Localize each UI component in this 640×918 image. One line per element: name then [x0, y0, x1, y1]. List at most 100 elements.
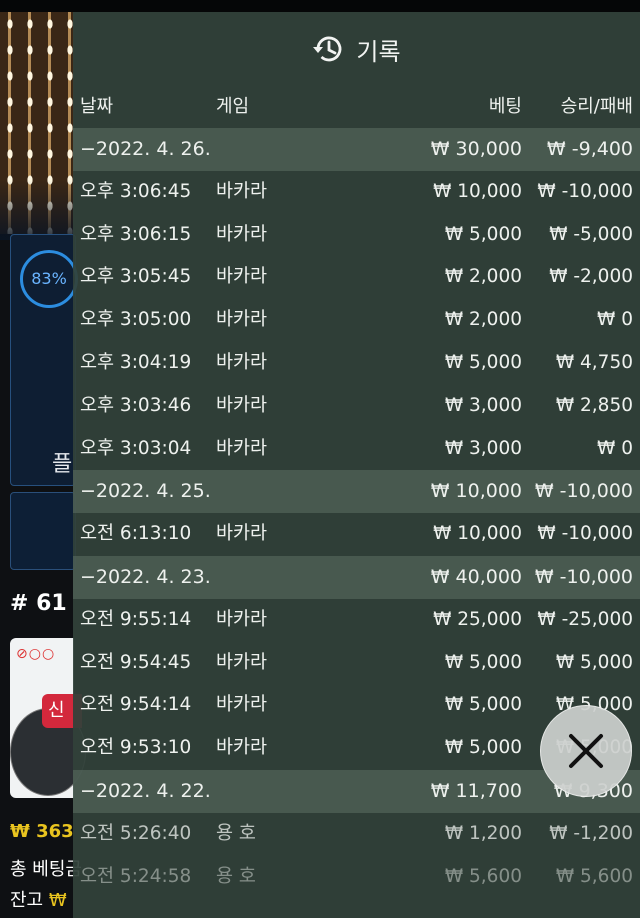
- history-row: 오후 3:06:15 바카라 ₩ 5,000 ₩ -5,000: [73, 214, 640, 257]
- progress-percent: 83%: [31, 269, 67, 288]
- row-game: 바카라: [216, 309, 268, 331]
- row-date: 오전 5:26:40: [80, 822, 192, 844]
- row-date: −2022. 4. 25.: [80, 480, 211, 503]
- history-row: 오전 5:24:58 용 호 ₩ 5,600 ₩ 5,600: [73, 856, 640, 899]
- history-clock-icon: [313, 36, 342, 62]
- row-game: 바카라: [216, 394, 268, 416]
- row-date: 오전 9:55:14: [80, 608, 192, 630]
- row-game: 바카라: [216, 180, 268, 202]
- row-game: 바카라: [216, 737, 268, 759]
- col-win: 승리/패배: [560, 96, 633, 117]
- history-row: 오후 3:04:19 바카라 ₩ 5,000 ₩ 4,750: [73, 342, 640, 385]
- row-win: ₩ -1,200: [549, 822, 633, 844]
- row-game: 용 호: [216, 822, 256, 844]
- row-win: ₩ -2,000: [549, 266, 633, 288]
- row-date: 오후 3:03:46: [80, 394, 192, 416]
- history-row: 오후 3:05:45 바카라 ₩ 2,000 ₩ -2,000: [73, 256, 640, 299]
- row-date: 오후 3:06:45: [80, 180, 192, 202]
- row-win: ₩ -5,000: [549, 223, 633, 245]
- row-date: 오전 9:54:14: [80, 694, 192, 716]
- row-bet: ₩ 5,000: [444, 651, 522, 673]
- row-win: ₩ 2,850: [555, 394, 633, 416]
- history-row: 오전 9:54:45 바카라 ₩ 5,000 ₩ 5,000: [73, 642, 640, 685]
- history-column-header: 날짜 게임 베팅 승리/패배: [73, 86, 640, 128]
- history-date-group[interactable]: −2022. 4. 25. ₩ 10,000 ₩ -10,000: [73, 470, 640, 514]
- row-win: ₩ 5,600: [555, 865, 633, 887]
- round-number: # 61: [10, 591, 67, 616]
- row-bet: ₩ 10,000: [433, 523, 522, 545]
- row-bet: ₩ 11,700: [430, 779, 522, 802]
- row-bet: ₩ 30,000: [430, 138, 522, 160]
- balance-value: ₩ 363: [10, 821, 74, 842]
- row-date: 오전 9:54:45: [80, 651, 192, 673]
- row-game: 바카라: [216, 694, 268, 716]
- side-button[interactable]: [10, 492, 76, 570]
- row-win: ₩ -9,400: [546, 138, 633, 160]
- row-bet: ₩ 5,000: [444, 694, 522, 716]
- history-row: 오후 3:03:46 바카라 ₩ 3,000 ₩ 2,850: [73, 385, 640, 428]
- art-fade: [0, 180, 74, 240]
- row-date: −2022. 4. 22.: [80, 779, 211, 802]
- history-date-group[interactable]: −2022. 4. 23. ₩ 40,000 ₩ -10,000: [73, 555, 640, 599]
- close-button[interactable]: [540, 705, 632, 797]
- row-win: ₩ 0: [597, 437, 633, 459]
- history-row: 오전 5:26:40 용 호 ₩ 1,200 ₩ -1,200: [73, 813, 640, 856]
- row-date: 오후 3:04:19: [80, 351, 192, 373]
- history-row: 오전 6:13:10 바카라 ₩ 10,000 ₩ -10,000: [73, 513, 640, 556]
- remain-text: 잔고: [10, 890, 44, 911]
- history-title: 기록: [356, 37, 401, 66]
- row-date: −2022. 4. 23.: [80, 565, 211, 588]
- roadmap-dots: ⊘○○: [16, 646, 56, 662]
- row-win: ₩ 0: [597, 309, 633, 331]
- history-row: 오전 9:55:14 바카라 ₩ 25,000 ₩ -25,000: [73, 599, 640, 642]
- total-bet-label: 총 베팅금: [10, 859, 82, 880]
- row-win: ₩ -10,000: [534, 480, 633, 503]
- row-bet: ₩ 10,000: [430, 480, 522, 503]
- row-bet: ₩ 5,000: [444, 351, 522, 373]
- row-bet: ₩ 10,000: [433, 180, 522, 202]
- row-game: 바카라: [216, 437, 268, 459]
- row-bet: ₩ 2,000: [444, 266, 522, 288]
- history-row: 오후 3:06:45 바카라 ₩ 10,000 ₩ -10,000: [73, 171, 640, 214]
- row-date: −2022. 4. 26.: [80, 138, 211, 160]
- remain-won: ₩: [48, 890, 67, 911]
- history-row: 오후 3:03:04 바카라 ₩ 3,000 ₩ 0: [73, 428, 640, 471]
- row-bet: ₩ 2,000: [444, 309, 522, 331]
- row-win: ₩ -10,000: [534, 565, 633, 588]
- row-game: 바카라: [216, 608, 268, 630]
- history-date-group[interactable]: −2022. 4. 26. ₩ 30,000 ₩ -9,400: [73, 128, 640, 171]
- row-bet: ₩ 25,000: [433, 608, 522, 630]
- row-date: 오전 5:24:58: [80, 865, 192, 887]
- row-bet: ₩ 3,000: [444, 394, 522, 416]
- row-date: 오전 6:13:10: [80, 523, 192, 545]
- row-date: 오후 3:06:15: [80, 223, 192, 245]
- row-win: ₩ -25,000: [537, 608, 633, 630]
- row-game: 바카라: [216, 651, 268, 673]
- panel-title-partial: 플: [52, 452, 73, 477]
- row-game: 바카라: [216, 223, 268, 245]
- row-game: 바카라: [216, 266, 268, 288]
- row-win: ₩ 4,750: [555, 351, 633, 373]
- remain-label: 잔고 ₩: [10, 886, 67, 912]
- row-date: 오후 3:05:00: [80, 309, 192, 331]
- row-bet: ₩ 3,000: [444, 437, 522, 459]
- row-date: 오전 9:53:10: [80, 737, 192, 759]
- col-game: 게임: [216, 96, 250, 117]
- row-win: ₩ -10,000: [537, 523, 633, 545]
- row-game: 바카라: [216, 351, 268, 373]
- row-win: ₩ -10,000: [537, 180, 633, 202]
- history-header: 기록: [73, 12, 640, 86]
- row-win: ₩ 5,000: [555, 651, 633, 673]
- col-bet: 베팅: [488, 96, 522, 117]
- row-date: 오후 3:03:04: [80, 437, 192, 459]
- row-date: 오후 3:05:45: [80, 266, 192, 288]
- row-bet: ₩ 1,200: [444, 822, 522, 844]
- close-icon: [569, 734, 603, 768]
- status-strip: [0, 0, 640, 12]
- col-date: 날짜: [80, 96, 114, 117]
- row-bet: ₩ 5,000: [444, 737, 522, 759]
- history-row: 오후 3:05:00 바카라 ₩ 2,000 ₩ 0: [73, 299, 640, 342]
- row-bet: ₩ 5,600: [444, 865, 522, 887]
- row-game: 용 호: [216, 865, 256, 887]
- row-bet: ₩ 5,000: [444, 223, 522, 245]
